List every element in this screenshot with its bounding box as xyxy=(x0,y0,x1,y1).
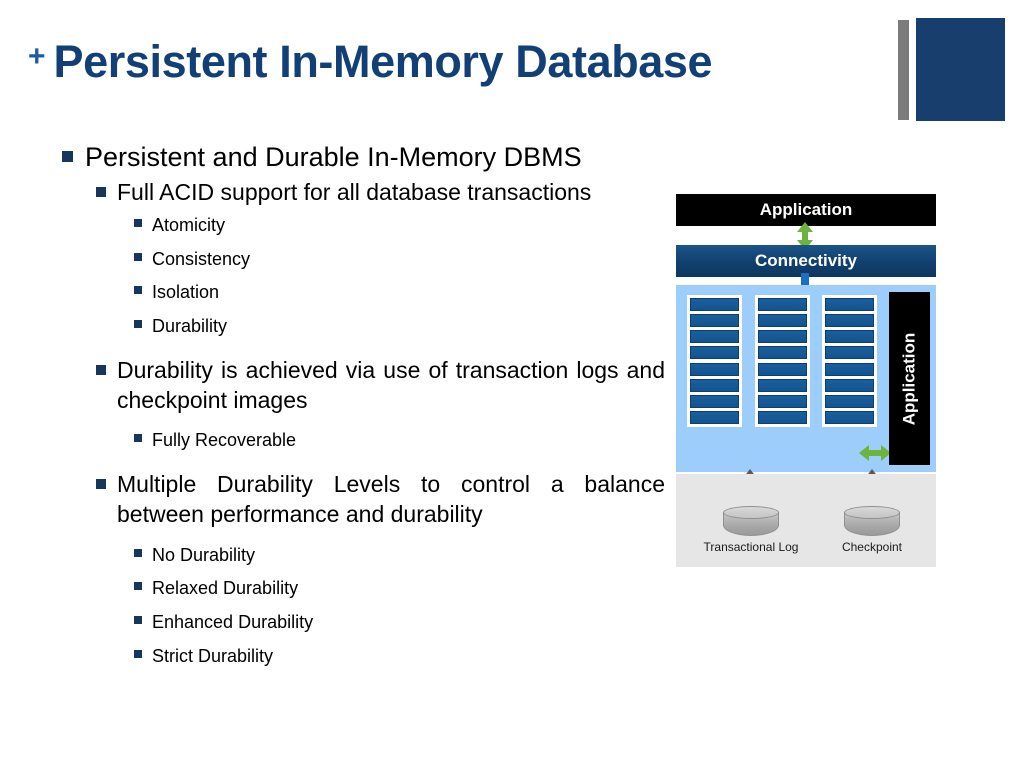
memory-column xyxy=(687,295,742,427)
memory-row xyxy=(690,410,739,424)
corner-decoration xyxy=(898,18,1005,121)
memory-row xyxy=(758,330,807,344)
bullet-text: No Durability xyxy=(152,544,256,565)
diagram-application-side-box: Application xyxy=(889,292,930,465)
bullet-marker-icon xyxy=(96,364,106,375)
memory-row xyxy=(825,410,874,424)
transactional-log-label: Transactional Log xyxy=(703,540,799,554)
bullet-text: Enhanced Durability xyxy=(152,611,314,632)
architecture-diagram: Application Connectivity Application Tra… xyxy=(676,194,936,567)
bullet-level3-enhanced-durability: Enhanced Durability xyxy=(134,606,672,640)
memory-row xyxy=(690,330,739,344)
bullet-marker-icon xyxy=(134,615,142,624)
bullet-marker-icon xyxy=(62,151,73,162)
bullet-level2-durability-method: Durability is achieved via use of transa… xyxy=(96,355,672,416)
bullet-marker-icon xyxy=(96,478,106,489)
memory-row xyxy=(690,346,739,360)
diagram-connectivity-label: Connectivity xyxy=(754,251,858,270)
memory-row xyxy=(825,330,874,344)
bullet-text: Consistency xyxy=(152,248,251,269)
bullet-level3-fully-recoverable: Fully Recoverable xyxy=(134,424,672,458)
memory-app-arrow-icon xyxy=(859,442,891,464)
diagram-application-side-label: Application xyxy=(899,332,919,425)
memory-row xyxy=(690,378,739,392)
memory-row xyxy=(690,314,739,328)
bullet-text: Strict Durability xyxy=(152,645,274,666)
bullet-level2-acid: Full ACID support for all database trans… xyxy=(96,177,672,207)
memory-row xyxy=(825,298,874,311)
memory-row xyxy=(758,378,807,392)
bullet-text: Relaxed Durability xyxy=(152,578,299,599)
bullet-marker-icon xyxy=(134,286,142,295)
bullet-marker-icon xyxy=(134,218,142,227)
bullet-content: Persistent and Durable In-Memory DBMS Fu… xyxy=(62,140,672,673)
diagram-application-top-label: Application xyxy=(759,200,853,219)
memory-row xyxy=(758,410,807,424)
bullet-level3-relaxed-durability: Relaxed Durability xyxy=(134,572,672,606)
bullet-marker-icon xyxy=(134,319,142,328)
title-plus-icon: + xyxy=(28,40,46,73)
bullet-level3-isolation: Isolation xyxy=(134,276,672,310)
memory-row xyxy=(690,362,739,376)
memory-row xyxy=(825,346,874,360)
bullet-level3-atomicity: Atomicity xyxy=(134,209,672,243)
bullet-text: Multiple Durability Levels to control a … xyxy=(117,470,665,528)
bullet-text: Fully Recoverable xyxy=(152,430,297,451)
cylinder-top xyxy=(723,506,779,519)
bullet-level3-no-durability: No Durability xyxy=(134,539,672,573)
diagram-memory-area: Application xyxy=(676,285,936,472)
bullet-text: Isolation xyxy=(152,282,220,303)
diagram-storage-area: Transactional Log Checkpoint xyxy=(676,474,936,567)
decoration-blue-block xyxy=(916,18,1005,121)
memory-row xyxy=(825,314,874,328)
transactional-log-cylinder-icon xyxy=(723,506,779,540)
memory-row xyxy=(825,362,874,376)
checkpoint-cylinder-icon xyxy=(844,506,900,540)
bullet-level3-consistency: Consistency xyxy=(134,243,672,277)
bullet-text: Persistent and Durable In-Memory DBMS xyxy=(85,142,582,172)
memory-row xyxy=(758,298,807,311)
memory-row xyxy=(758,314,807,328)
decoration-gray-bar xyxy=(898,20,909,120)
bullet-marker-icon xyxy=(134,252,142,261)
title-text: Persistent In-Memory Database xyxy=(53,36,713,87)
memory-row xyxy=(825,394,874,408)
bullet-level3-durability: Durability xyxy=(134,310,672,344)
memory-column xyxy=(822,295,877,427)
bullet-level3-strict-durability: Strict Durability xyxy=(134,640,672,674)
cylinder-top xyxy=(844,506,900,519)
bullet-marker-icon xyxy=(96,186,106,197)
bullet-marker-icon xyxy=(134,649,142,658)
memory-row xyxy=(825,378,874,392)
memory-column xyxy=(755,295,810,427)
memory-row xyxy=(758,362,807,376)
bullet-level2-durability-levels: Multiple Durability Levels to control a … xyxy=(96,469,672,530)
bullet-text: Atomicity xyxy=(152,214,226,235)
memory-row xyxy=(690,298,739,311)
bullet-text: Full ACID support for all database trans… xyxy=(117,178,592,205)
bullet-level1-dbms: Persistent and Durable In-Memory DBMS xyxy=(62,140,672,175)
bullet-marker-icon xyxy=(134,548,142,557)
bullet-marker-icon xyxy=(134,582,142,591)
checkpoint-label: Checkpoint xyxy=(841,540,903,554)
memory-row xyxy=(690,394,739,408)
bullet-text: Durability xyxy=(152,315,228,336)
bullet-text: Durability is achieved via use of transa… xyxy=(117,356,665,413)
memory-row xyxy=(758,346,807,360)
memory-row xyxy=(758,394,807,408)
page-title: + Persistent In-Memory Database xyxy=(28,36,713,87)
bullet-marker-icon xyxy=(134,434,142,443)
